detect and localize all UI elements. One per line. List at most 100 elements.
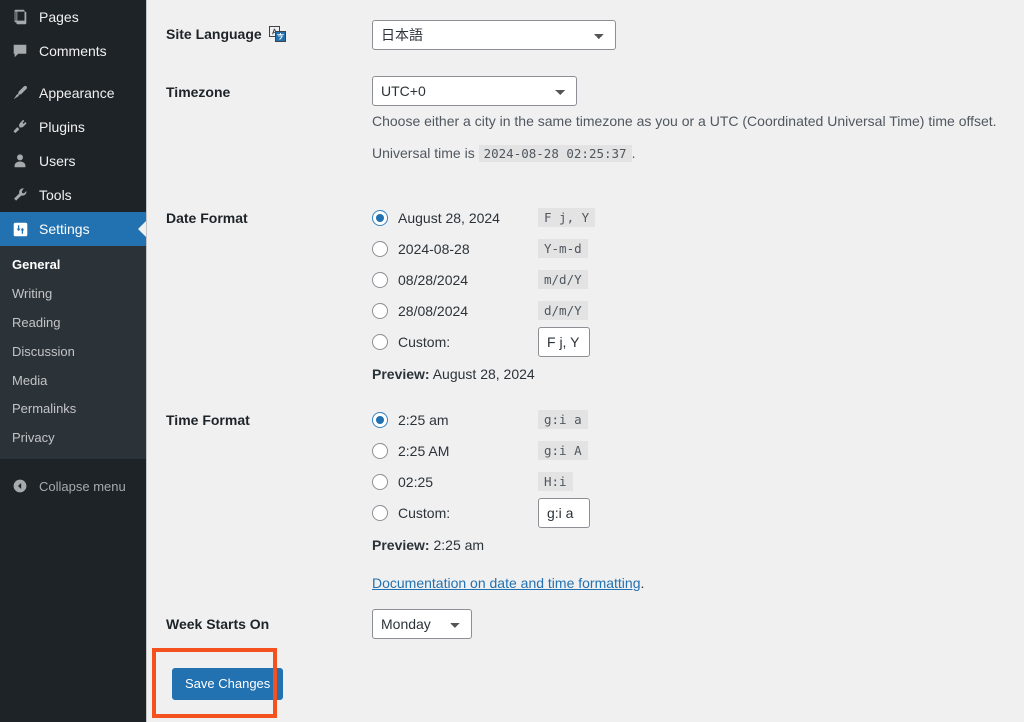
date-format-option-label[interactable]: 08/28/2024 (398, 272, 538, 288)
pages-icon (10, 7, 30, 27)
time-format-options: 2:25 am g:i a 2:25 AM g:i A 02:25 H:i Cu… (372, 404, 644, 593)
submenu-item-privacy[interactable]: Privacy (0, 424, 146, 453)
sidebar-item-label: Pages (39, 9, 79, 25)
settings-icon (10, 219, 30, 239)
submenu-item-reading[interactable]: Reading (0, 309, 146, 338)
submit-area: Save Changes (172, 668, 284, 700)
date-format-radio-3[interactable] (372, 302, 388, 319)
date-format-code: Y-m-d (538, 239, 588, 258)
documentation-link[interactable]: Documentation on date and time formattin… (372, 575, 641, 591)
date-format-radio-2[interactable] (372, 271, 388, 288)
sidebar-item-label: Tools (39, 187, 72, 203)
time-format-preview: Preview: 2:25 am (372, 537, 644, 553)
universal-time-suffix: . (631, 145, 636, 161)
timezone-select[interactable]: UTC+0 (372, 76, 577, 106)
sidebar-item-tools[interactable]: Tools (0, 178, 146, 212)
tools-icon (10, 185, 30, 205)
timezone-help-text: Choose either a city in the same timezon… (372, 113, 997, 129)
collapse-menu-label: Collapse menu (39, 478, 126, 494)
date-format-option-row: 08/28/2024 m/d/Y (372, 264, 595, 295)
date-format-custom-input[interactable] (538, 326, 590, 357)
time-format-option-label[interactable]: 2:25 AM (398, 443, 538, 459)
date-format-label: Date Format (166, 210, 248, 226)
date-preview-value: August 28, 2024 (432, 366, 535, 382)
date-format-option-row: 28/08/2024 d/m/Y (372, 295, 595, 326)
time-format-radio-2[interactable] (372, 473, 388, 490)
submenu-item-general[interactable]: General (0, 251, 146, 280)
timezone-field: UTC+0 (372, 76, 577, 106)
wordpress-admin-screen: Pages Comments Appearance Plugins Users … (0, 0, 1024, 722)
sidebar-item-users[interactable]: Users (0, 144, 146, 178)
date-format-custom-row: Custom: (372, 326, 595, 357)
sidebar-item-label: Settings (39, 221, 90, 237)
time-format-radio-0[interactable] (372, 411, 388, 428)
site-language-label-wrap: Site Language (166, 26, 286, 42)
date-format-option-label[interactable]: 28/08/2024 (398, 303, 538, 319)
sidebar-divider (0, 68, 146, 76)
time-preview-label: Preview: (372, 537, 430, 553)
date-format-preview: Preview: August 28, 2024 (372, 366, 595, 382)
documentation-line: Documentation on date and time formattin… (372, 575, 644, 593)
time-format-option-row: 02:25 H:i (372, 466, 644, 497)
collapse-menu-button[interactable]: Collapse menu (0, 469, 146, 503)
universal-time-prefix: Universal time is (372, 145, 475, 161)
week-starts-on-label: Week Starts On (166, 616, 270, 632)
submenu-item-media[interactable]: Media (0, 367, 146, 396)
sidebar-item-label: Appearance (39, 85, 115, 101)
admin-sidebar: Pages Comments Appearance Plugins Users … (0, 0, 147, 722)
time-format-code: g:i A (538, 441, 588, 460)
sidebar-item-settings[interactable]: Settings (0, 212, 146, 246)
sidebar-item-comments[interactable]: Comments (0, 34, 146, 68)
week-starts-on-select[interactable]: Monday (372, 609, 472, 639)
date-format-options: August 28, 2024 F j, Y 2024-08-28 Y-m-d … (372, 202, 596, 382)
week-starts-on-field: Monday (372, 609, 472, 639)
date-format-radio-0[interactable] (372, 209, 388, 226)
time-format-option-label[interactable]: 2:25 am (398, 412, 538, 428)
time-format-option-row: 2:25 am g:i a (372, 404, 644, 435)
date-format-radio-1[interactable] (372, 240, 388, 257)
date-format-option-label[interactable]: August 28, 2024 (398, 210, 538, 226)
submenu-item-discussion[interactable]: Discussion (0, 338, 146, 367)
date-format-radio-custom[interactable] (372, 333, 388, 350)
submenu-item-permalinks[interactable]: Permalinks (0, 395, 146, 424)
sidebar-item-label: Plugins (39, 119, 85, 135)
documentation-link-suffix: . (640, 575, 645, 591)
date-format-option-row: 2024-08-28 Y-m-d (372, 233, 595, 264)
site-language-select[interactable]: 日本語 (372, 20, 616, 50)
site-language-field: 日本語 (372, 20, 616, 50)
timezone-label: Timezone (166, 84, 231, 100)
submenu-item-writing[interactable]: Writing (0, 280, 146, 309)
date-format-code: d/m/Y (538, 301, 588, 320)
time-format-code: g:i a (538, 410, 588, 429)
time-format-custom-input[interactable] (538, 497, 590, 528)
users-icon (10, 151, 30, 171)
date-format-code: m/d/Y (538, 270, 588, 289)
date-format-option-label[interactable]: 2024-08-28 (398, 241, 538, 257)
time-format-option-row: 2:25 AM g:i A (372, 435, 644, 466)
sidebar-item-label: Users (39, 153, 76, 169)
date-preview-label: Preview: (372, 366, 430, 382)
universal-time-line: Universal time is 2024-08-28 02:25:37. (372, 143, 635, 164)
time-format-label: Time Format (166, 412, 250, 428)
save-changes-button[interactable]: Save Changes (172, 668, 284, 700)
site-language-label: Site Language (166, 26, 262, 42)
date-format-custom-label[interactable]: Custom: (398, 334, 538, 350)
time-format-custom-label[interactable]: Custom: (398, 505, 538, 521)
sidebar-item-label: Comments (39, 43, 107, 59)
settings-submenu: General Writing Reading Discussion Media… (0, 246, 146, 460)
time-format-radio-1[interactable] (372, 442, 388, 459)
sidebar-item-pages[interactable]: Pages (0, 0, 146, 34)
appearance-icon (10, 83, 30, 103)
time-format-option-label[interactable]: 02:25 (398, 474, 538, 490)
date-format-option-row: August 28, 2024 F j, Y (372, 202, 596, 233)
sidebar-item-plugins[interactable]: Plugins (0, 110, 146, 144)
sidebar-item-appearance[interactable]: Appearance (0, 76, 146, 110)
universal-time-value: 2024-08-28 02:25:37 (478, 145, 632, 162)
translation-icon (268, 26, 286, 42)
plugins-icon (10, 117, 30, 137)
collapse-arrow-icon (10, 476, 30, 496)
time-format-custom-row: Custom: (372, 497, 644, 528)
settings-general-form: Site Language 日本語 Timezone UTC+0 Choose … (148, 0, 1024, 722)
time-format-code: H:i (538, 472, 573, 491)
time-format-radio-custom[interactable] (372, 504, 388, 521)
